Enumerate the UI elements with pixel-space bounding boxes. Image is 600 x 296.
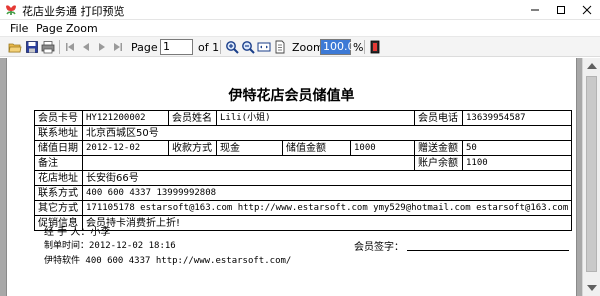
signature-line xyxy=(407,250,569,251)
whole-page-icon[interactable] xyxy=(273,40,287,54)
print-page: 伊特花店会员储值单 会员卡号 HY121200002 会员姓名 Lili(小姐)… xyxy=(6,58,577,296)
close-icon xyxy=(582,5,592,15)
handler-text: 经 手 人：小李 xyxy=(44,227,111,238)
page-number-input[interactable]: 1 xyxy=(160,39,193,55)
exit-icon[interactable] xyxy=(368,40,382,54)
table-row: 备注 账户余额 1100 xyxy=(34,155,572,171)
title-bar: 花店业务通 打印预览 xyxy=(0,0,600,20)
open-folder-icon[interactable] xyxy=(8,40,22,54)
bonus-amount-label: 赠送金额 xyxy=(414,140,463,156)
bonus-amount-value: 50 xyxy=(462,140,572,156)
scroll-up-icon[interactable] xyxy=(587,63,597,69)
deposit-date-label: 储值日期 xyxy=(34,140,83,156)
payment-method-label: 收款方式 xyxy=(168,140,217,156)
card-number-label: 会员卡号 xyxy=(34,110,83,126)
toolbar-separator xyxy=(364,40,365,54)
table-row: 联系方式 400 600 4337 13999992808 xyxy=(34,185,572,201)
address-value: 北京西城区50号 xyxy=(82,125,572,141)
vertical-scrollbar[interactable] xyxy=(582,58,600,296)
save-icon[interactable] xyxy=(25,40,39,54)
payment-method-value: 现金 xyxy=(216,140,283,156)
balance-value: 1100 xyxy=(462,155,572,171)
document-title: 伊特花店会员储值单 xyxy=(228,88,355,104)
menu-bar: File Page Zoom xyxy=(0,20,600,36)
previous-page-icon[interactable] xyxy=(79,40,93,54)
print-icon[interactable] xyxy=(41,40,55,54)
maximize-button[interactable] xyxy=(548,1,574,19)
other-contact-value: 171105178 estarsoft@163.com http://www.e… xyxy=(82,200,572,216)
table-row: 联系地址 北京西城区50号 xyxy=(34,125,572,141)
company-footer: 伊特软件 400 600 4337 http://www.estarsoft.c… xyxy=(44,256,292,266)
table-row: 会员卡号 HY121200002 会员姓名 Lili(小姐) 会员电话 1363… xyxy=(34,110,572,126)
receipt-table: 会员卡号 HY121200002 会员姓名 Lili(小姐) 会员电话 1363… xyxy=(34,110,572,231)
table-row: 储值日期 2012-12-02 收款方式 现金 储值金额 1000 赠送金额 5… xyxy=(34,140,572,156)
maximize-icon xyxy=(557,6,565,14)
member-name-label: 会员姓名 xyxy=(168,110,217,126)
table-row: 花店地址 长安街66号 xyxy=(34,170,572,186)
member-phone-value: 13639954587 xyxy=(462,110,572,126)
member-phone-label: 会员电话 xyxy=(414,110,463,126)
scroll-thumb[interactable] xyxy=(586,76,597,272)
menu-file[interactable]: File xyxy=(10,22,28,35)
close-button[interactable] xyxy=(574,1,600,19)
zoom-out-icon[interactable] xyxy=(241,40,255,54)
page-label: Page xyxy=(131,41,158,54)
window-title: 花店业务通 打印预览 xyxy=(22,5,125,18)
shop-address-label: 花店地址 xyxy=(34,170,83,186)
balance-label: 账户余额 xyxy=(414,155,463,171)
toolbar-separator xyxy=(220,40,221,54)
first-page-icon[interactable] xyxy=(63,40,77,54)
table-row: 促销信息 会员持卡消费折上折! xyxy=(34,215,572,231)
table-row: 其它方式 171105178 estarsoft@163.com http://… xyxy=(34,200,572,216)
menu-zoom[interactable]: Zoom xyxy=(66,22,98,35)
minimize-button[interactable] xyxy=(522,1,548,19)
remark-label: 备注 xyxy=(34,155,83,171)
page-width-icon[interactable] xyxy=(257,40,271,54)
next-page-icon[interactable] xyxy=(95,40,109,54)
other-contact-label: 其它方式 xyxy=(34,200,83,216)
deposit-amount-value: 1000 xyxy=(350,140,415,156)
toolbar: Page 1 of 1 Zoom 100.0 % xyxy=(0,36,600,57)
zoom-label: Zoom xyxy=(292,41,324,54)
toolbar-separator xyxy=(59,40,60,54)
percent-label: % xyxy=(353,41,364,54)
zoom-input[interactable]: 100.0 xyxy=(320,39,355,55)
minimize-icon xyxy=(531,9,539,11)
last-page-icon[interactable] xyxy=(111,40,125,54)
page-count-label: of 1 xyxy=(198,41,220,54)
shop-address-value: 长安街66号 xyxy=(82,170,572,186)
card-number-value: HY121200002 xyxy=(82,110,169,126)
preview-area: 伊特花店会员储值单 会员卡号 HY121200002 会员姓名 Lili(小姐)… xyxy=(0,58,600,296)
promo-value: 会员持卡消费折上折! xyxy=(82,215,572,231)
zoom-in-icon[interactable] xyxy=(225,40,239,54)
member-name-value: Lili(小姐) xyxy=(216,110,415,126)
remark-value xyxy=(82,155,415,171)
menu-page[interactable]: Page xyxy=(36,22,63,35)
made-time-text: 制单时间：2012-12-02 18:16 xyxy=(44,241,176,251)
address-label: 联系地址 xyxy=(34,125,83,141)
deposit-amount-label: 储值金额 xyxy=(282,140,351,156)
scroll-down-icon[interactable] xyxy=(587,285,597,291)
app-flower-icon xyxy=(6,5,16,15)
contact-value: 400 600 4337 13999992808 xyxy=(82,185,572,201)
deposit-date-value: 2012-12-02 xyxy=(82,140,169,156)
member-signature-label: 会员签字： xyxy=(354,242,404,253)
contact-label: 联系方式 xyxy=(34,185,83,201)
